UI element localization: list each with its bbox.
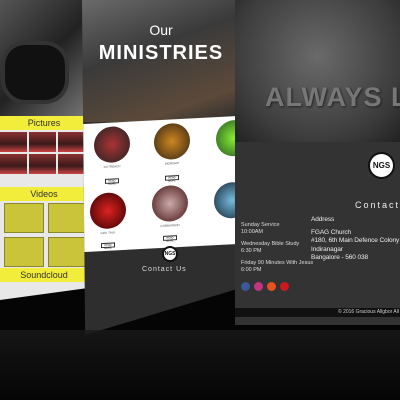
ministries-section: OUTREACH READ MORE WORSHIP READ MORE GIR…	[82, 115, 240, 253]
soundcloud-heading: Soundcloud	[0, 268, 88, 282]
banner-text: ALWAYS L	[265, 82, 400, 112]
ministry-label: OUTREACH	[103, 164, 121, 170]
ministry-image	[152, 184, 188, 223]
camera-photo	[0, 0, 88, 118]
service-time: 10:00AM	[241, 229, 264, 235]
read-more-button[interactable]: READ MORE	[101, 242, 115, 250]
video-thumbnail[interactable]	[48, 203, 88, 233]
floor-reflection	[0, 330, 400, 400]
youtube-icon[interactable]	[280, 282, 289, 291]
ngs-logo: NGS	[368, 152, 395, 179]
camera-image	[5, 45, 65, 100]
video-thumbnail[interactable]	[48, 237, 88, 267]
video-thumbnail[interactable]	[4, 203, 44, 233]
gallery-photo[interactable]	[29, 132, 56, 152]
contact-page-mockup: ALWAYS L NGS Contact Sunday Service 10:0…	[235, 0, 400, 325]
ministry-image	[90, 191, 126, 230]
address-block: Address FGAG Church #180, 6th Main Defen…	[311, 216, 399, 263]
picture-gallery	[0, 132, 88, 174]
title-our: Our	[149, 22, 173, 38]
service-time: 6:30 PM	[241, 248, 262, 254]
pictures-page-mockup: Pictures Videos Soundcloud	[0, 0, 88, 300]
ministry-label: WORSHIP	[164, 161, 180, 166]
address-label: Address	[311, 216, 335, 223]
facebook-icon[interactable]	[241, 282, 250, 291]
ministry-label: COMMUNION	[160, 223, 180, 229]
ministry-image	[94, 125, 130, 164]
service-name: Sunday Service	[241, 222, 280, 228]
gallery-photo[interactable]	[29, 154, 56, 174]
gallery-photo[interactable]	[58, 132, 85, 152]
address-line: Indiranagar	[311, 245, 343, 253]
address-line: FGAG Church	[311, 228, 352, 236]
video-thumbnail[interactable]	[4, 237, 44, 267]
contact-us-heading: Contact Us	[142, 266, 187, 273]
ministry-image	[154, 122, 190, 161]
title-ministries: MINISTRIES	[98, 42, 224, 64]
soundcloud-icon[interactable]	[267, 282, 276, 291]
video-grid	[4, 203, 88, 267]
gallery-photo[interactable]	[0, 132, 27, 152]
service-times: Sunday Service 10:00AM Wednesday Bible S…	[241, 222, 313, 274]
service-time: 6:00 PM	[241, 267, 262, 273]
videos-heading: Videos	[0, 187, 88, 201]
read-more-button[interactable]: READ MORE	[105, 178, 119, 186]
ministry-label: GIRL TALK	[100, 230, 116, 236]
address-line: #180, 6th Main Defence Colony	[311, 237, 400, 244]
service-name: Wednesday Bible Study	[241, 241, 300, 247]
social-links	[241, 278, 293, 296]
copyright-footer: © 2016 Gracious Allgbor All Rig	[235, 308, 400, 317]
read-more-button[interactable]: READ MORE	[163, 235, 177, 243]
instagram-icon[interactable]	[254, 282, 263, 291]
address-line: Bangalore - 560 038	[311, 254, 369, 261]
service-name: Friday 90 Minutes With Jesus	[241, 260, 314, 266]
cracked-texture-banner	[235, 0, 400, 142]
pictures-heading: Pictures	[0, 116, 88, 130]
gallery-photo[interactable]	[0, 154, 27, 174]
ministries-page-mockup: Our MINISTRIES OUTREACH READ MORE WORSHI…	[82, 0, 240, 335]
gallery-photo[interactable]	[58, 154, 85, 174]
ngs-logo: NGS	[162, 246, 178, 262]
contact-heading: Contact	[355, 200, 400, 210]
read-more-button[interactable]: READ MORE	[165, 175, 179, 183]
